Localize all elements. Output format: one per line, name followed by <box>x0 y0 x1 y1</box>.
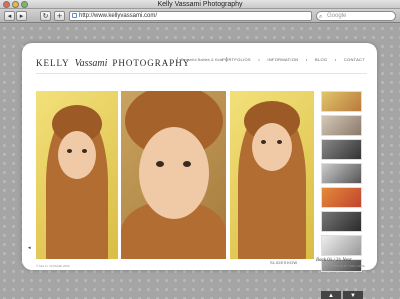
nav-separator: • <box>334 57 337 62</box>
site-logo[interactable]: KELLY Vassami PHOTOGRAPHY <box>36 53 190 71</box>
window-title: Kelly Vassami Photography <box>157 1 243 8</box>
nav-separator: • <box>258 57 260 62</box>
address-bar-url: http://www.kellyvassami.com/ <box>79 13 158 19</box>
thumbnail[interactable] <box>321 91 362 112</box>
site-credit: WEBSITE BY SITE NAME <box>329 264 365 268</box>
reload-button[interactable]: ↻ <box>40 11 51 21</box>
nav-blog[interactable]: BLOG <box>315 57 327 62</box>
thumbnail[interactable] <box>321 139 362 160</box>
browser-toolbar: ◂ ▸ ↻ + http://www.kellyvassami.com/ ⌕ G… <box>0 9 400 23</box>
window-titlebar: Kelly Vassami Photography <box>0 0 400 9</box>
nav-portfolios[interactable]: PORTFOLIOS <box>222 57 251 62</box>
gallery-photo-3[interactable] <box>230 91 314 259</box>
thumbnails-down-button[interactable]: ▼ <box>343 291 363 299</box>
thumbnail[interactable] <box>321 211 362 232</box>
thumbnails-up-button[interactable]: ▲ <box>321 291 341 299</box>
site-container: KELLY Vassami PHOTOGRAPHY Beautiful Babi… <box>22 43 377 299</box>
nav-contact[interactable]: CONTACT <box>344 57 365 62</box>
thumbnail[interactable] <box>321 235 362 256</box>
copyright-text: © KELLY VASSAMI 2009 <box>36 264 70 268</box>
address-bar[interactable]: http://www.kellyvassami.com/ <box>69 11 312 21</box>
gallery-photo-2[interactable] <box>121 91 226 259</box>
thumbnail[interactable] <box>321 115 362 136</box>
logo-text-vassami: Vassami <box>74 58 108 69</box>
header-divider <box>36 73 367 74</box>
search-placeholder: Google <box>327 13 347 19</box>
photo-counter: Back 01 / 21 Next <box>316 258 352 263</box>
thumbnail[interactable] <box>321 187 362 208</box>
nav-information[interactable]: INFORMATION <box>267 57 298 62</box>
previous-arrow-icon[interactable]: ◂ <box>28 245 31 251</box>
nav-separator: • <box>305 57 308 62</box>
logo-text-kelly: KELLY <box>36 58 70 68</box>
search-field[interactable]: ⌕ Google <box>316 11 396 21</box>
back-button[interactable]: ◂ <box>4 11 15 21</box>
forward-button[interactable]: ▸ <box>16 11 27 21</box>
favicon-icon <box>72 13 77 18</box>
slideshow-link[interactable]: SLIDESHOW <box>270 260 298 265</box>
thumbnail[interactable] <box>321 163 362 184</box>
main-nav: PORTFOLIOS • INFORMATION • BLOG • CONTAC… <box>216 57 365 62</box>
thumbnail-pager: ▲ ▼ <box>321 291 364 299</box>
next-link[interactable]: Next <box>342 258 351 263</box>
back-link[interactable]: Back <box>316 258 326 263</box>
counter-text: 01 / 21 <box>327 258 342 263</box>
search-icon: ⌕ <box>319 14 323 20</box>
add-bookmark-button[interactable]: + <box>54 11 65 21</box>
gallery-photo-1[interactable] <box>36 91 118 259</box>
